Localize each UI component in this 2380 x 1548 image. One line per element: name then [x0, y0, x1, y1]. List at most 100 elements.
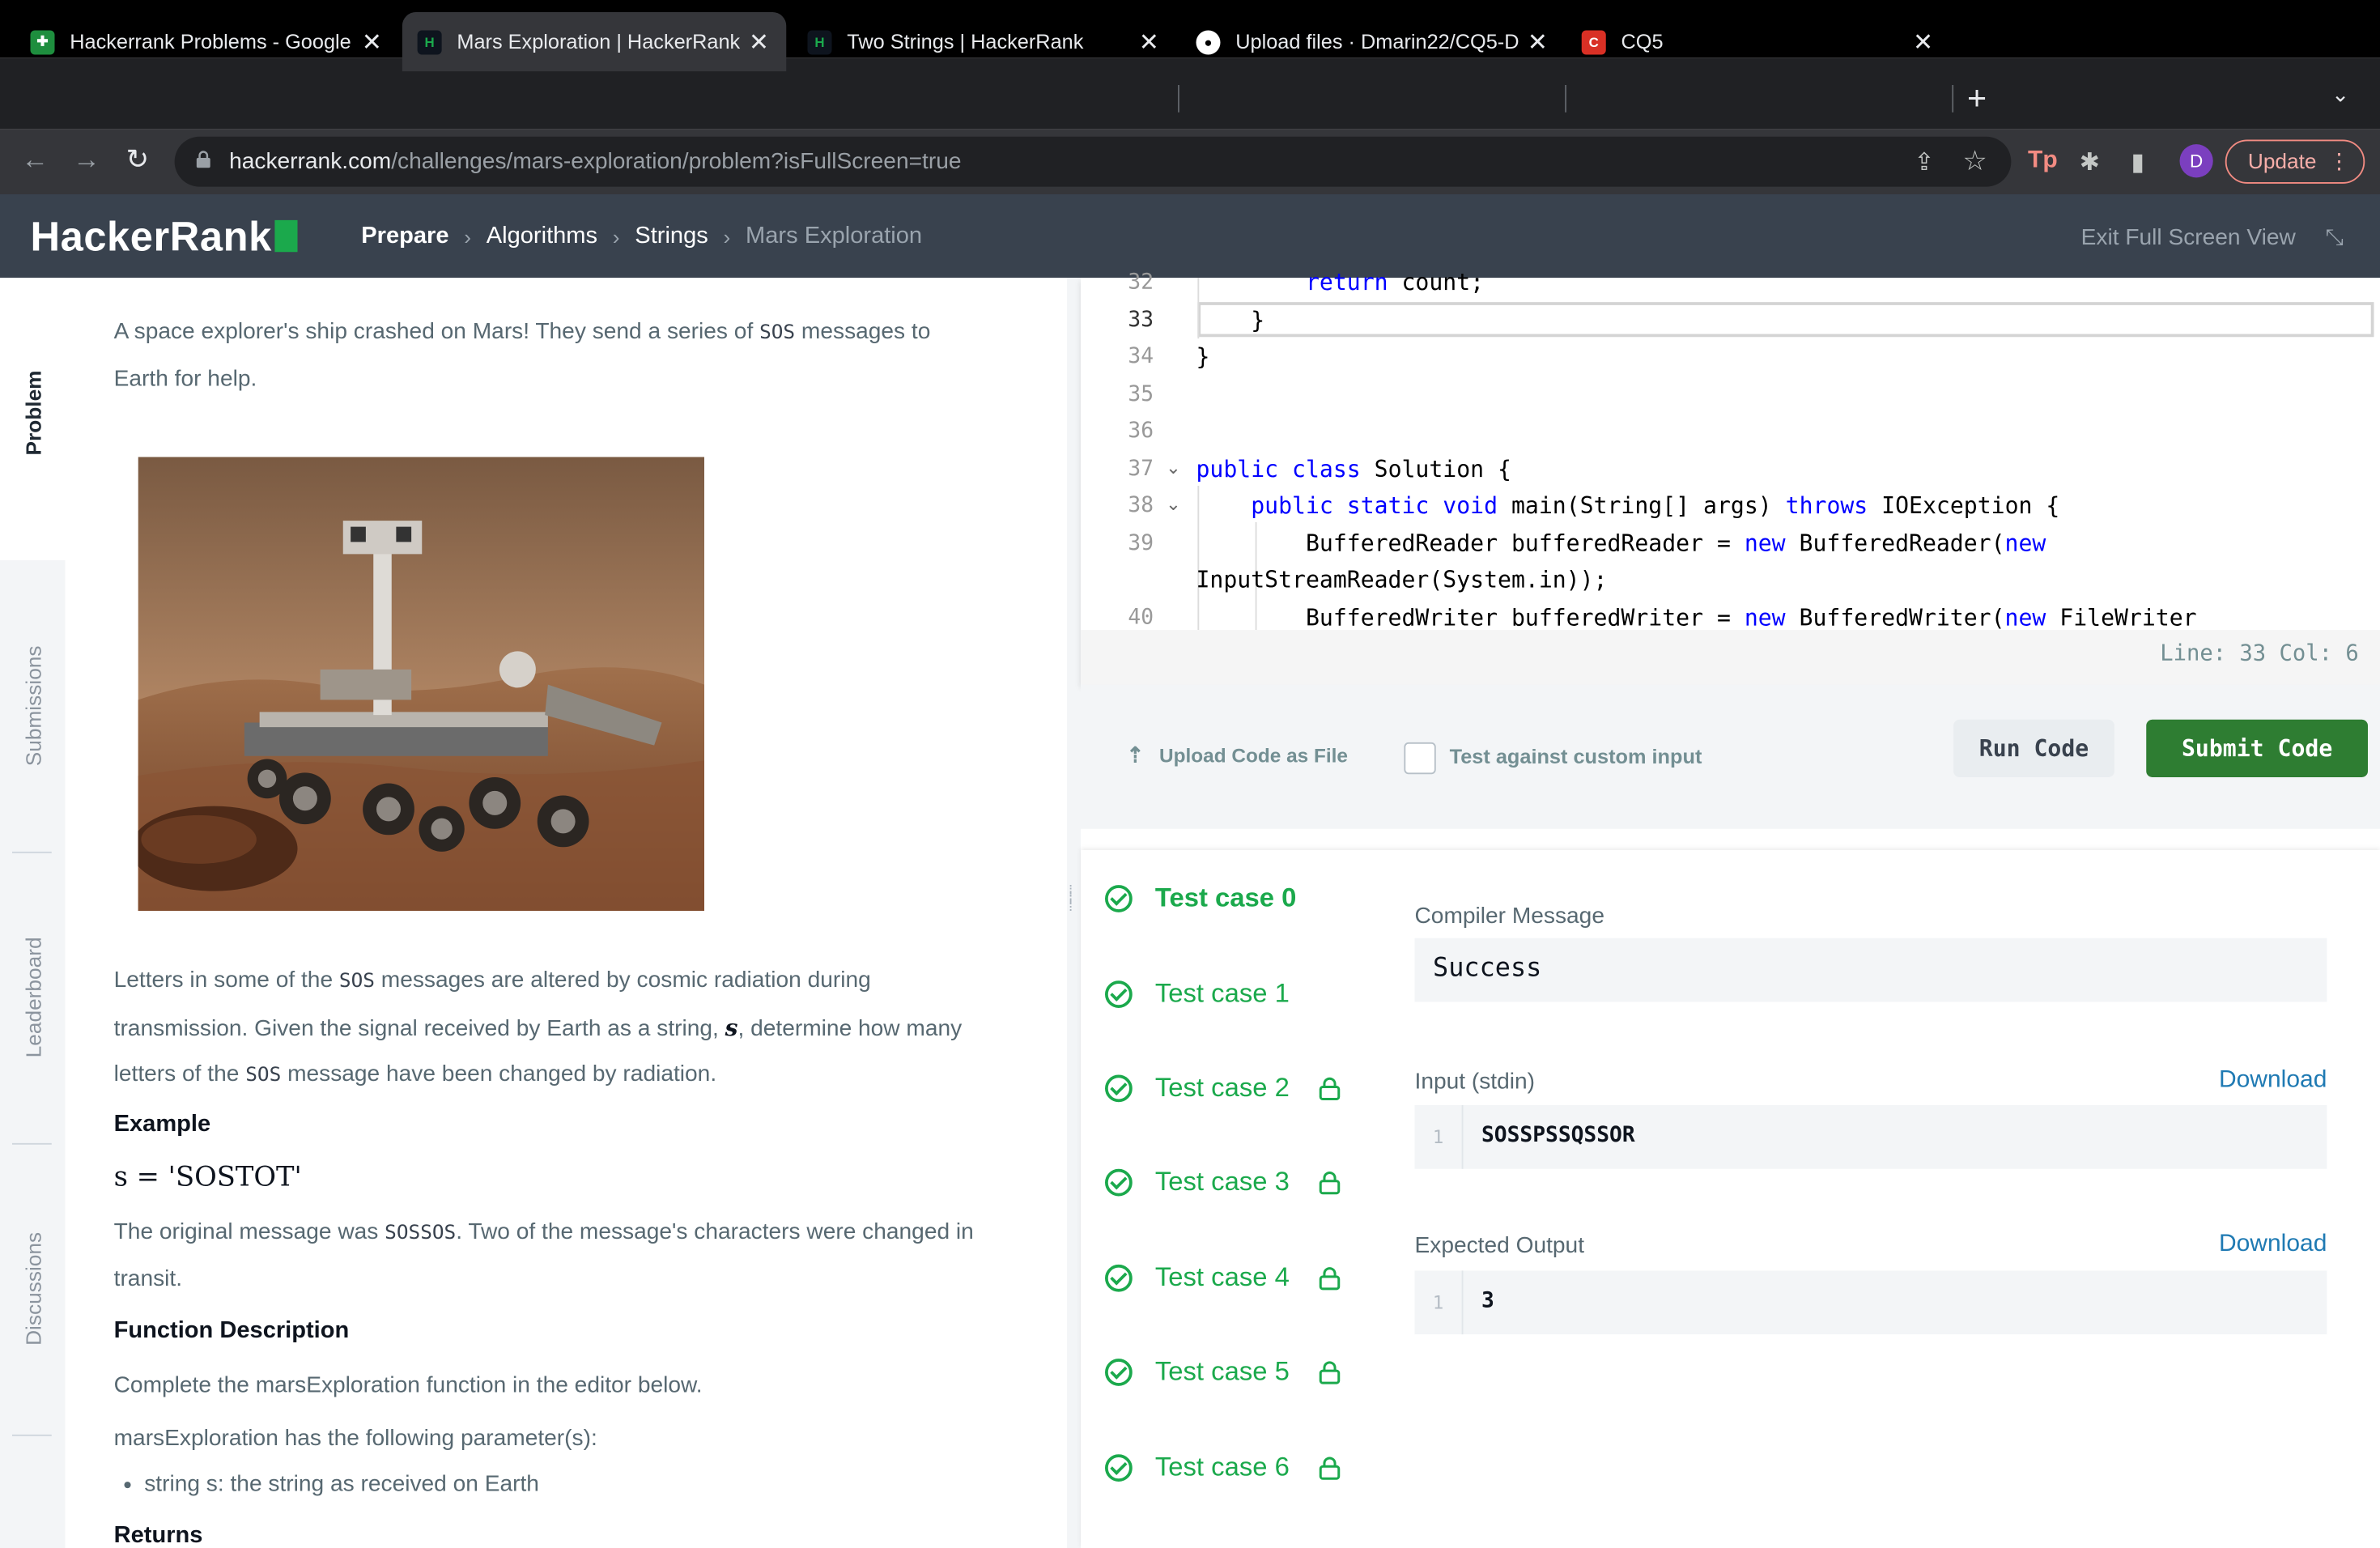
- test-case-3[interactable]: Test case 3: [1105, 1166, 1340, 1197]
- code-line: return count;: [1305, 268, 1485, 296]
- line-number: 36: [1128, 419, 1154, 444]
- upload-code-button[interactable]: ⇡ Upload Code as File: [1126, 742, 1348, 768]
- exit-fullscreen-link[interactable]: Exit Full Screen View: [2081, 225, 2296, 251]
- problem-intro: A space explorer's ship crashed on Mars!…: [113, 318, 931, 392]
- share-icon[interactable]: ⇪: [1914, 147, 1934, 178]
- expected-output-label: Expected Output: [1414, 1232, 1585, 1259]
- rail-divider: [12, 1142, 52, 1145]
- custom-input-label[interactable]: Test against custom input: [1450, 746, 1702, 768]
- url-text: hackerrank.com/challenges/mars-explorati…: [229, 148, 962, 175]
- current-line-highlight: [1197, 302, 2374, 338]
- rail-tab-problem[interactable]: Problem: [21, 370, 45, 455]
- output-download-link[interactable]: Download: [2219, 1231, 2327, 1259]
- tab-separator: [1565, 85, 1566, 113]
- browser-toolbar: ← → ↻ hackerrank.com/challenges/mars-exp…: [0, 129, 2380, 194]
- extension-tp-icon[interactable]: Tp: [2028, 147, 2058, 175]
- test-case-6[interactable]: Test case 6: [1105, 1452, 1340, 1483]
- rail-divider: [12, 851, 52, 853]
- input-download-link[interactable]: Download: [2219, 1067, 2327, 1095]
- results-panel: Test case 0 Test case 1 Test case 2 Test…: [1081, 850, 2380, 1548]
- sheets-icon: ✚: [30, 29, 55, 54]
- update-button[interactable]: Update ⋮: [2225, 139, 2365, 184]
- address-bar[interactable]: hackerrank.com/challenges/mars-explorati…: [174, 136, 2012, 187]
- line-number: 39: [1128, 531, 1154, 556]
- line-number: 32: [1128, 270, 1154, 295]
- forward-arrow-icon[interactable]: →: [73, 144, 100, 176]
- test-case-1[interactable]: Test case 1: [1105, 978, 1290, 1010]
- run-code-button[interactable]: Run Code: [1953, 719, 2114, 777]
- back-arrow-icon[interactable]: ←: [21, 144, 49, 176]
- problem-panel: A space explorer's ship crashed on Mars!…: [65, 278, 1068, 1548]
- custom-input-checkbox[interactable]: [1404, 742, 1436, 775]
- code-line: InputStreamReader(System.in));: [1196, 566, 1608, 594]
- github-icon: ●: [1196, 29, 1221, 54]
- example-math: s = 'SOSTOT': [113, 1161, 302, 1193]
- check-circle-icon: [1105, 1167, 1133, 1196]
- new-tab-icon[interactable]: +: [1967, 79, 1987, 119]
- line-number: 35: [1128, 382, 1154, 407]
- tab-hackerrank-problems[interactable]: ✚ Hackerrank Problems - Google ✕: [15, 12, 399, 71]
- check-circle-icon: [1105, 1358, 1133, 1385]
- close-icon[interactable]: ✕: [357, 27, 388, 57]
- avatar[interactable]: D: [2179, 144, 2213, 178]
- drag-handle-icon[interactable]: ⁞ ⁞ ⁞: [1069, 884, 1073, 915]
- more-vert-icon: ⋮: [2328, 148, 2350, 173]
- logo-square-icon: [274, 219, 298, 253]
- tab-upload-files[interactable]: ● Upload files · Dmarin22/CQ5-D ✕: [1181, 12, 1565, 71]
- puzzle-icon[interactable]: ✱: [2080, 147, 2100, 178]
- tab-separator: [1952, 85, 1954, 113]
- lock-icon: [1318, 1360, 1340, 1384]
- test-case-2[interactable]: Test case 2: [1105, 1072, 1340, 1104]
- tab-two-strings[interactable]: H Two Strings | HackerRank ✕: [793, 12, 1176, 71]
- test-case-0[interactable]: Test case 0: [1105, 882, 1296, 913]
- chevron-down-icon[interactable]: ⌄: [2331, 82, 2349, 108]
- breadcrumb-algorithms[interactable]: Algorithms: [487, 223, 597, 251]
- submit-code-button[interactable]: Submit Code: [2146, 719, 2368, 777]
- function-description-heading: Function Description: [113, 1317, 350, 1344]
- lock-icon: [1318, 1456, 1340, 1479]
- breadcrumb: Prepare › Algorithms › Strings › Mars Ex…: [361, 223, 922, 251]
- close-icon[interactable]: ✕: [744, 27, 775, 57]
- expected-output-value: 3: [1481, 1288, 1494, 1313]
- breadcrumb-prepare[interactable]: Prepare: [361, 223, 448, 251]
- rail-tab-discussions[interactable]: Discussions: [21, 1232, 45, 1346]
- code-line: public static void main(String[] args) t…: [1251, 491, 2060, 520]
- lock-icon: [1318, 1171, 1340, 1194]
- collapse-icon[interactable]: ⤡: [2326, 225, 2344, 251]
- reload-icon[interactable]: ↻: [126, 144, 149, 176]
- check-circle-icon: [1105, 1074, 1133, 1102]
- check-circle-icon: [1105, 884, 1133, 912]
- code-line: BufferedWriter bufferedWriter = new Buff…: [1196, 604, 2197, 632]
- tab-cq5[interactable]: C CQ5 ✕: [1566, 12, 1950, 71]
- hackerrank-icon: H: [417, 29, 442, 54]
- code-editor[interactable]: 32 return count; 33 } 34 } 35 36 37 ⌄ pu…: [1081, 269, 2380, 685]
- line-number: 37: [1128, 457, 1154, 482]
- close-icon[interactable]: ✕: [1134, 27, 1165, 57]
- code-line: }: [1196, 306, 1265, 334]
- breadcrumb-strings[interactable]: Strings: [635, 223, 708, 251]
- action-bar: ⇡ Upload Code as File Test against custom…: [1081, 684, 2380, 829]
- chevron-right-icon: ›: [723, 224, 731, 249]
- fold-chevron-icon[interactable]: ⌄: [1166, 493, 1181, 514]
- hackerrank-logo[interactable]: HackerRank: [31, 214, 298, 261]
- rail-tab-leaderboard[interactable]: Leaderboard: [21, 937, 45, 1057]
- cq5-icon: C: [1581, 29, 1606, 54]
- hackerrank-icon: H: [807, 29, 832, 54]
- close-icon[interactable]: ✕: [1523, 27, 1553, 57]
- fold-chevron-icon[interactable]: ⌄: [1166, 457, 1181, 478]
- rail-tab-submissions[interactable]: Submissions: [21, 645, 45, 766]
- star-icon[interactable]: ☆: [1962, 146, 1987, 177]
- function-description-text: Complete the marsExploration function in…: [113, 1372, 703, 1398]
- rail-divider: [12, 1434, 52, 1436]
- close-icon[interactable]: ✕: [1908, 27, 1939, 57]
- upload-icon: ⇡: [1126, 742, 1145, 767]
- test-case-5[interactable]: Test case 5: [1105, 1355, 1340, 1387]
- compiler-message-label: Compiler Message: [1414, 903, 1604, 929]
- lock-icon: [196, 151, 210, 168]
- code-line: BufferedReader bufferedReader = new Buff…: [1196, 529, 2046, 558]
- tab-mars-exploration[interactable]: H Mars Exploration | HackerRank ✕: [402, 12, 787, 72]
- test-case-4[interactable]: Test case 4: [1105, 1261, 1340, 1293]
- side-panel-icon[interactable]: ▮: [2131, 147, 2145, 178]
- line-number: 38: [1128, 493, 1154, 518]
- cursor-position: Line: 33 Col: 6: [2160, 642, 2359, 667]
